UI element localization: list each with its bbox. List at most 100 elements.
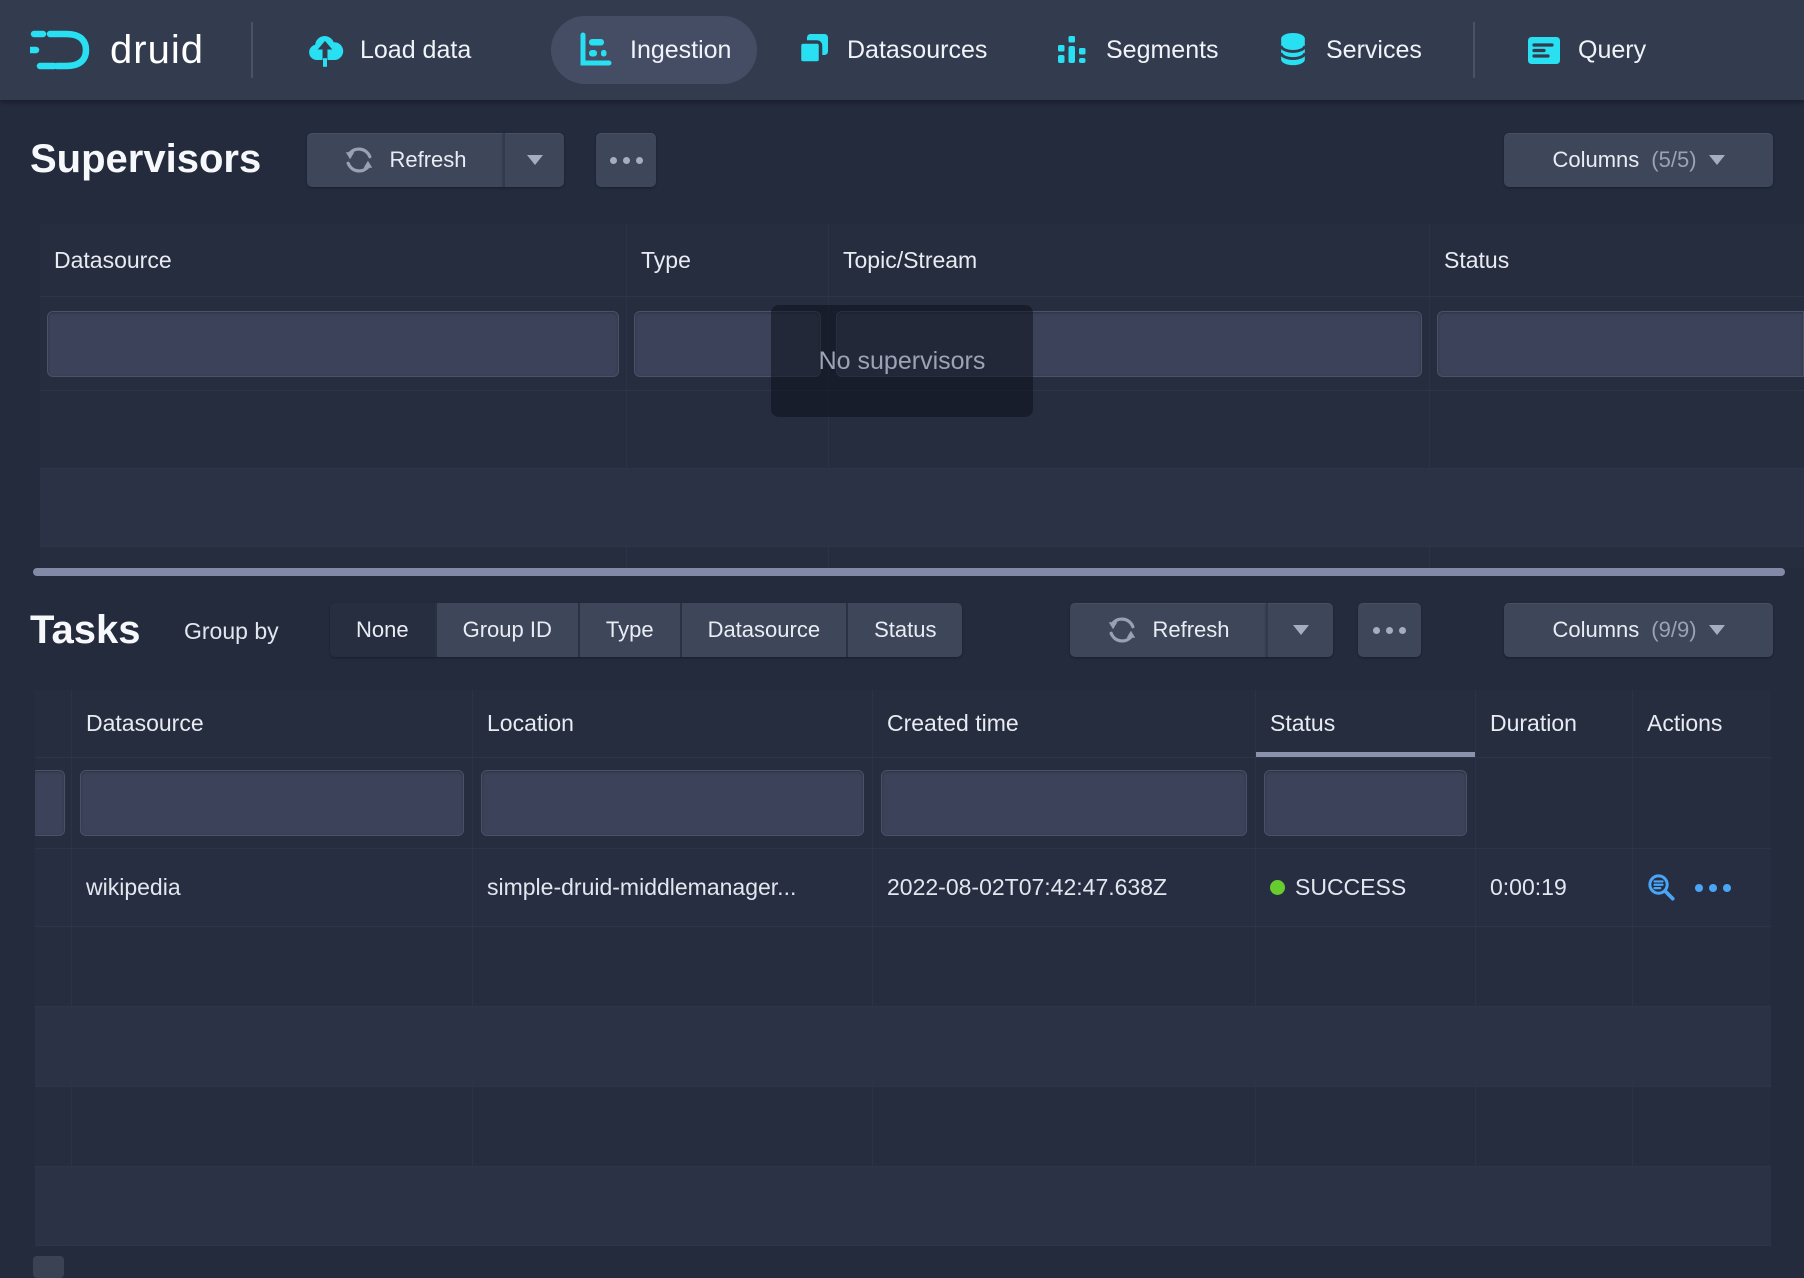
task-datasource-filter-input[interactable] xyxy=(80,770,464,836)
nav-divider xyxy=(1473,22,1475,78)
more-icon xyxy=(610,157,643,164)
supervisors-columns-button[interactable]: Columns (5/5) xyxy=(1504,133,1773,187)
supervisor-status-filter-input[interactable] xyxy=(1437,311,1804,377)
task-actions-more-icon[interactable] xyxy=(1695,884,1731,892)
logo-text: druid xyxy=(110,28,204,73)
group-by-label: Group by xyxy=(184,618,279,645)
group-by-status-button[interactable]: Status xyxy=(848,603,962,657)
columns-count: (9/9) xyxy=(1651,617,1696,643)
tasks-header-row: Datasource Location Created time Status … xyxy=(35,690,1771,758)
empty-row xyxy=(35,1086,1771,1166)
empty-row xyxy=(35,1006,1771,1086)
column-header-type[interactable]: Type xyxy=(627,224,829,296)
supervisors-horizontal-scrollbar[interactable] xyxy=(33,568,1785,576)
task-location-filter-input[interactable] xyxy=(481,770,864,836)
nav-item-label: Datasources xyxy=(847,36,987,65)
druid-logo-icon xyxy=(30,25,96,75)
refresh-label: Refresh xyxy=(1152,617,1229,643)
nav-item-label: Load data xyxy=(360,36,471,65)
supervisors-more-button[interactable] xyxy=(596,133,656,187)
nav-item-label: Services xyxy=(1326,36,1422,65)
gantt-chart-icon xyxy=(577,31,615,69)
supervisors-refresh-interval-button[interactable] xyxy=(503,133,564,187)
task-duration-cell: 0:00:19 xyxy=(1476,849,1633,926)
more-icon xyxy=(1373,627,1406,634)
cloud-upload-icon xyxy=(305,30,345,70)
tasks-horizontal-scrollbar[interactable] xyxy=(33,1256,64,1278)
druid-logo[interactable]: druid xyxy=(30,0,204,100)
columns-label: Columns xyxy=(1552,617,1639,643)
nav-item-segments[interactable]: Segments xyxy=(1053,0,1219,100)
task-row-wikipedia: wikipedia simple-druid-middlemanager... … xyxy=(35,848,1771,926)
nav-item-query[interactable]: Query xyxy=(1525,0,1646,100)
nav-item-label: Segments xyxy=(1106,36,1219,65)
column-header-created-time[interactable]: Created time xyxy=(873,690,1256,757)
column-header-actions[interactable]: Actions xyxy=(1633,690,1771,757)
nav-divider xyxy=(251,22,253,78)
group-by-type-button[interactable]: Type xyxy=(580,603,682,657)
column-header-datasource[interactable]: Datasource xyxy=(72,690,473,757)
refresh-label: Refresh xyxy=(389,147,466,173)
column-header-status[interactable]: Status xyxy=(1430,224,1804,296)
task-location-cell: simple-druid-middlemanager... xyxy=(473,849,873,926)
group-by-none-button[interactable]: None xyxy=(330,603,437,657)
group-by-group-id-button[interactable]: Group ID xyxy=(437,603,580,657)
columns-label: Columns xyxy=(1552,147,1639,173)
column-header-blank xyxy=(35,690,72,757)
tasks-refresh-button[interactable]: Refresh xyxy=(1070,603,1266,657)
supervisor-datasource-filter-input[interactable] xyxy=(47,311,619,377)
column-header-status-sorted[interactable]: Status xyxy=(1256,690,1476,757)
column-header-topic-stream[interactable]: Topic/Stream xyxy=(829,224,1430,296)
no-supervisors-message: No supervisors xyxy=(771,305,1033,417)
chevron-down-icon xyxy=(527,155,543,165)
empty-row-partial xyxy=(40,546,1804,568)
group-by-datasource-button[interactable]: Datasource xyxy=(682,603,849,657)
chevron-down-icon xyxy=(1709,625,1725,635)
task-created-time-cell: 2022-08-02T07:42:47.638Z xyxy=(873,849,1256,926)
layers-icon xyxy=(794,31,832,69)
nav-item-load-data[interactable]: Load data xyxy=(305,0,471,100)
column-header-location[interactable]: Location xyxy=(473,690,873,757)
tasks-refresh-interval-button[interactable] xyxy=(1266,603,1333,657)
task-datasource-cell: wikipedia xyxy=(72,849,473,926)
tasks-table: Datasource Location Created time Status … xyxy=(35,690,1771,1246)
supervisors-refresh-button[interactable]: Refresh xyxy=(307,133,503,187)
supervisors-title: Supervisors xyxy=(30,137,261,182)
empty-row xyxy=(40,468,1804,546)
nav-item-label: Ingestion xyxy=(630,36,731,65)
task-id-filter-input[interactable] xyxy=(35,770,65,836)
empty-row xyxy=(35,926,1771,1006)
nav-item-ingestion-active[interactable]: Ingestion xyxy=(551,16,757,84)
supervisors-header-row: Datasource Type Topic/Stream Status xyxy=(40,224,1804,297)
task-row-blank-cell xyxy=(35,849,72,926)
console-icon xyxy=(1525,31,1563,69)
columns-count: (5/5) xyxy=(1651,147,1696,173)
supervisors-refresh-split-button: Refresh xyxy=(307,133,564,187)
chevron-down-icon xyxy=(1293,625,1309,635)
tasks-filter-row xyxy=(35,758,1771,848)
nav-item-label: Query xyxy=(1578,36,1646,65)
task-detail-magnifier-icon[interactable] xyxy=(1647,873,1677,903)
task-created-time-filter-input[interactable] xyxy=(881,770,1247,836)
column-header-duration[interactable]: Duration xyxy=(1476,690,1633,757)
refresh-icon xyxy=(343,144,375,176)
refresh-icon xyxy=(1106,614,1138,646)
tasks-title: Tasks xyxy=(30,608,140,653)
tasks-refresh-split-button: Refresh xyxy=(1070,603,1333,657)
stacked-bars-icon xyxy=(1053,31,1091,69)
task-status-cell: SUCCESS xyxy=(1256,849,1476,926)
nav-item-services[interactable]: Services xyxy=(1275,0,1422,100)
task-status-filter-input[interactable] xyxy=(1264,770,1467,836)
tasks-more-button[interactable] xyxy=(1358,603,1421,657)
group-by-button-group: None Group ID Type Datasource Status xyxy=(330,603,962,657)
nav-item-datasources[interactable]: Datasources xyxy=(794,0,987,100)
database-icon xyxy=(1275,29,1311,71)
empty-row xyxy=(35,1166,1771,1246)
column-header-datasource[interactable]: Datasource xyxy=(40,224,627,296)
status-label: SUCCESS xyxy=(1295,874,1406,901)
status-success-dot xyxy=(1270,880,1285,895)
top-navbar: druid Load data xyxy=(0,0,1804,100)
druid-console: druid Load data xyxy=(0,0,1804,1278)
tasks-columns-button[interactable]: Columns (9/9) xyxy=(1504,603,1773,657)
task-actions-cell xyxy=(1633,849,1771,926)
